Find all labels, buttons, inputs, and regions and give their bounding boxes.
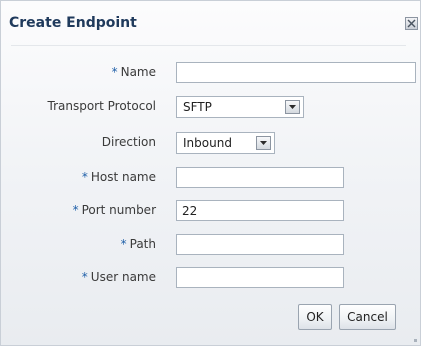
user-name-label: * User name bbox=[82, 270, 156, 284]
port-number-row: * Port number bbox=[1, 200, 421, 222]
path-input[interactable] bbox=[176, 234, 344, 255]
transport-protocol-label: Transport Protocol bbox=[47, 99, 156, 113]
name-row: * Name bbox=[1, 62, 421, 84]
path-row: * Path bbox=[1, 234, 421, 256]
dropdown-arrow-icon[interactable] bbox=[256, 136, 271, 150]
required-marker: * bbox=[120, 237, 127, 251]
host-name-row: * Host name bbox=[1, 167, 421, 189]
user-name-label-text: User name bbox=[90, 270, 156, 284]
direction-value: Inbound bbox=[183, 136, 232, 150]
direction-label: Direction bbox=[101, 135, 156, 149]
ok-button[interactable]: OK bbox=[298, 304, 332, 330]
name-input[interactable] bbox=[176, 62, 416, 83]
host-name-label: * Host name bbox=[82, 170, 156, 184]
user-name-row: * User name bbox=[1, 267, 421, 289]
dialog-title: Create Endpoint bbox=[9, 15, 137, 31]
direction-row: Direction Inbound bbox=[1, 132, 421, 154]
transport-protocol-select[interactable]: SFTP bbox=[176, 96, 304, 118]
title-separator bbox=[11, 45, 406, 46]
direction-select[interactable]: Inbound bbox=[176, 132, 275, 154]
required-marker: * bbox=[72, 203, 79, 217]
port-number-input[interactable] bbox=[176, 200, 344, 221]
required-marker: * bbox=[81, 170, 88, 184]
port-number-label-text: Port number bbox=[81, 203, 156, 217]
path-label: * Path bbox=[121, 237, 156, 251]
resize-handle[interactable] bbox=[414, 339, 417, 342]
dialog-titlebar: Create Endpoint bbox=[1, 1, 420, 45]
host-name-input[interactable] bbox=[176, 167, 344, 188]
cancel-button[interactable]: Cancel bbox=[339, 304, 396, 330]
path-label-text: Path bbox=[129, 237, 156, 251]
required-marker: * bbox=[81, 270, 88, 284]
close-icon[interactable] bbox=[405, 17, 418, 30]
name-label: * Name bbox=[112, 65, 156, 79]
transport-protocol-value: SFTP bbox=[183, 100, 212, 114]
host-name-label-text: Host name bbox=[90, 170, 156, 184]
transport-protocol-row: Transport Protocol SFTP bbox=[1, 96, 421, 118]
name-label-text: Name bbox=[120, 65, 156, 79]
create-endpoint-dialog: Create Endpoint * Name Transport Protocol… bbox=[0, 0, 421, 346]
port-number-label: * Port number bbox=[73, 203, 156, 217]
required-marker: * bbox=[111, 65, 118, 79]
dropdown-arrow-icon[interactable] bbox=[285, 100, 300, 114]
user-name-input[interactable] bbox=[176, 267, 344, 288]
